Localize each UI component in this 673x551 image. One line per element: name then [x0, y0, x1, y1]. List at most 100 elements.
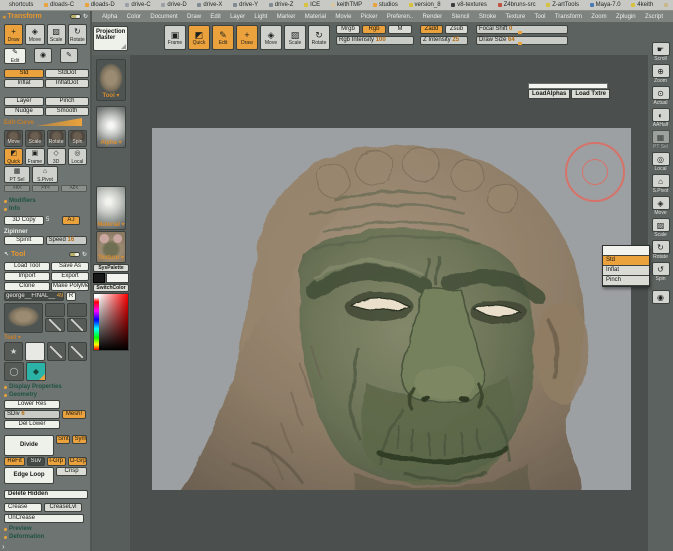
tool-action-button[interactable]: Save As: [51, 262, 89, 271]
focal-shift-slider[interactable]: Focal Shift 0: [476, 25, 568, 34]
popup-brush-item[interactable]: Std: [603, 256, 649, 266]
selection-button[interactable]: ▦ PT Sel: [4, 166, 30, 183]
bookmark-item[interactable]: keithTMP: [331, 2, 362, 8]
bookmark-item[interactable]: Z4bruns-src: [498, 2, 536, 8]
popup-brush-item[interactable]: Pinch: [603, 276, 649, 286]
brush-button[interactable]: Layer: [4, 97, 44, 106]
gyro-button[interactable]: Scale: [25, 130, 44, 147]
lower-res-button[interactable]: Lower Res: [4, 400, 60, 409]
tool-action-button[interactable]: Export: [51, 272, 89, 281]
view-option-button[interactable]: ▣ Frame: [25, 148, 44, 165]
edit-button[interactable]: ✎ Edit: [4, 48, 26, 64]
view-option-button[interactable]: ◩ Quick: [4, 148, 23, 165]
brush-button[interactable]: Pinch: [45, 97, 89, 106]
texture-selector[interactable]: Texture ▾: [96, 231, 126, 263]
r-button[interactable]: R: [66, 292, 76, 301]
brush-button[interactable]: Nudge: [4, 107, 44, 116]
tool-action-button[interactable]: Import: [4, 272, 50, 281]
toolbar-mode-button[interactable]: ✎ Edit: [212, 25, 234, 50]
palette-toggle[interactable]: [69, 252, 80, 257]
tool-thumb-ring[interactable]: ◯: [4, 362, 24, 381]
deformation-section[interactable]: Deformation: [4, 534, 87, 540]
tool-thumb[interactable]: [67, 318, 87, 332]
brush-button[interactable]: InflatDot: [45, 79, 89, 88]
info-section[interactable]: Info: [4, 206, 87, 212]
shelf-button[interactable]: ⊕ Zoom: [651, 64, 671, 85]
suv-button[interactable]: Suv: [27, 457, 44, 466]
igrp-button[interactable]: I-Grp: [47, 457, 66, 466]
edit-curve-label[interactable]: Edit Curve: [4, 120, 34, 126]
shelf-button[interactable]: ↺ Spin: [651, 262, 671, 283]
preview-section[interactable]: Preview: [4, 526, 87, 532]
syspalette-button[interactable]: SysPalette: [93, 264, 129, 272]
popup-blank-row[interactable]: [603, 246, 649, 256]
menu-item[interactable]: Transform: [555, 14, 582, 20]
menu-item[interactable]: Render: [422, 14, 442, 20]
toolbar-mode-button[interactable]: ▣ Frame: [164, 25, 186, 50]
rgb-intensity-slider[interactable]: Rgb Intensity 100: [336, 36, 414, 45]
palette-toggle[interactable]: [70, 14, 81, 19]
shelf-button[interactable]: ◎ Local: [651, 152, 671, 173]
divide-button[interactable]: Divide: [4, 435, 54, 456]
crease-button[interactable]: Crease: [4, 503, 42, 512]
paint-mode-button[interactable]: M: [388, 25, 412, 34]
menu-item[interactable]: Tool: [535, 14, 546, 20]
bookmark-item[interactable]: drive-Z: [269, 2, 294, 8]
brush-button[interactable]: Smooth: [45, 107, 89, 116]
ai-button[interactable]: A.I: [62, 216, 80, 225]
toolbar-mode-button[interactable]: ◩ Quick: [188, 25, 210, 50]
bookmark-item[interactable]: dloads-C: [44, 2, 74, 8]
menu-item[interactable]: Stencil: [451, 14, 469, 20]
tool-thumb-brush[interactable]: [47, 342, 66, 361]
draw-mode-button[interactable]: + Draw: [4, 24, 23, 45]
alpha-selector[interactable]: Alpha ▾: [96, 106, 126, 148]
bookmark-item[interactable]: Maya-7.0: [590, 2, 621, 8]
sculpt-mode-button[interactable]: Zsub: [445, 25, 468, 34]
tool-thumb-sphere[interactable]: [67, 303, 87, 317]
camera-button[interactable]: ◉: [652, 290, 670, 304]
shelf-button[interactable]: ↻ Rotate: [651, 240, 671, 261]
switchcolor-button[interactable]: SwitchColor: [93, 284, 129, 292]
ogrp-button[interactable]: O-Grp: [68, 457, 87, 466]
tool-thumb-selected[interactable]: ◆: [26, 362, 46, 381]
bookmark-item[interactable]: drive-C: [125, 2, 150, 8]
saturation-square[interactable]: [99, 294, 128, 350]
menu-item[interactable]: Stroke: [479, 14, 496, 20]
draw-mode-button[interactable]: ◈ Move: [25, 24, 44, 45]
menu-item[interactable]: Movie: [335, 14, 351, 20]
brush-button[interactable]: Std: [4, 69, 44, 78]
z-intensity-slider[interactable]: Z Intensity 25: [420, 36, 468, 45]
bookmark-item[interactable]: dloads-D: [85, 2, 115, 8]
bookmark-item[interactable]: 4keith: [631, 2, 653, 8]
mesh-button[interactable]: Mesh!: [62, 410, 86, 419]
menu-item[interactable]: Draw: [187, 14, 201, 20]
del-lower-button[interactable]: Del Lower: [4, 420, 60, 429]
gyro-button[interactable]: Rotate: [47, 130, 66, 147]
bookmark-item[interactable]: studios: [373, 2, 398, 8]
paint-mode-button[interactable]: Mrgb: [336, 25, 360, 34]
projection-master-button[interactable]: Projection Master: [93, 26, 128, 51]
menu-item[interactable]: Preferen..: [387, 14, 413, 20]
draw-mode-button[interactable]: ↻ Rotate: [68, 24, 87, 45]
smt-button[interactable]: Smt: [56, 435, 71, 444]
shelf-button[interactable]: ⌂ S.Pivot: [651, 174, 671, 195]
axis-mirror-button[interactable]: >Z<: [61, 185, 87, 192]
toolbar-mode-button[interactable]: ◈ Move: [260, 25, 282, 50]
shelf-button[interactable]: ☛ Scroll: [651, 42, 671, 63]
tool-thumb-star[interactable]: ★: [4, 342, 23, 361]
menu-item[interactable]: Marker: [277, 14, 296, 20]
bookmark-item[interactable]: version_8: [409, 2, 441, 8]
sdiv-slider[interactable]: SDiv 6: [4, 410, 60, 419]
crisp-button[interactable]: Crisp: [56, 467, 87, 476]
axis-mirror-button[interactable]: >Y<: [32, 185, 58, 192]
shelf-button[interactable]: ◈ Move: [651, 196, 671, 217]
load-alphas-button[interactable]: LoadAlphas: [528, 89, 570, 99]
paint-mode-button[interactable]: Rgb: [362, 25, 386, 34]
spinit-button[interactable]: SpinIt: [4, 236, 44, 245]
tool-popup-label[interactable]: Tool ▾: [4, 334, 87, 341]
modifiers-section[interactable]: Modifiers: [4, 198, 87, 204]
brush-button[interactable]: Inflat: [4, 79, 44, 88]
tool-thumb[interactable]: [45, 318, 65, 332]
bookmark-item[interactable]: [664, 3, 670, 7]
draw-size-slider[interactable]: Draw Size 64: [476, 36, 568, 45]
